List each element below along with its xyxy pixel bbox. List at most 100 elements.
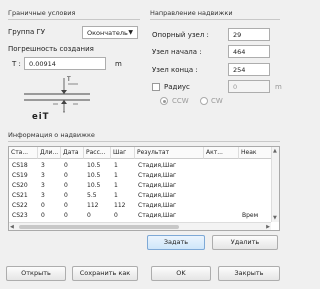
- table-cell: 10.5: [87, 182, 101, 189]
- scroll-up-icon[interactable]: ▲: [273, 148, 277, 154]
- diagram-t-label: T: [67, 76, 71, 83]
- table-cell: [204, 171, 239, 180]
- set-button[interactable]: Задать: [147, 235, 205, 250]
- table-cell: 0: [114, 212, 118, 219]
- table-cell: CS22: [12, 202, 28, 209]
- t-label: T :: [12, 60, 21, 68]
- ccw-label: CCW: [172, 97, 189, 105]
- ref-node-label: Опорный узел :: [152, 31, 209, 39]
- table-cell: [239, 181, 273, 190]
- delete-button[interactable]: Удалить: [212, 235, 278, 250]
- table-cell: Стадия,Шаг: [138, 182, 177, 189]
- table-row[interactable]: CS21 3 0 5.5 1 Стадия,Шаг: [9, 191, 273, 200]
- table-cell: 0: [41, 202, 45, 209]
- horizontal-scroll-thumb[interactable]: [19, 225, 179, 229]
- scroll-right-icon[interactable]: ▶: [266, 224, 270, 230]
- info-divider: [8, 141, 280, 142]
- thickness-diagram: T eiT: [8, 74, 140, 128]
- table-cell: 1: [114, 192, 118, 199]
- end-node-input[interactable]: 254: [228, 63, 270, 76]
- start-node-input[interactable]: 464: [228, 45, 270, 58]
- save-as-button[interactable]: Сохранить как: [72, 266, 138, 281]
- column-header[interactable]: Шаг: [111, 147, 135, 159]
- column-header[interactable]: Расс...: [84, 147, 111, 159]
- table-cell: [204, 161, 239, 170]
- radius-checkbox[interactable]: [152, 83, 160, 91]
- table-cell: [204, 201, 239, 210]
- table-cell: 0: [64, 192, 68, 199]
- scroll-left-icon[interactable]: ◀: [10, 224, 14, 230]
- table-cell: 0: [41, 212, 45, 219]
- table-cell: [204, 211, 239, 220]
- direction-title: Направление надвижки: [150, 9, 233, 17]
- table-cell: 3: [41, 182, 45, 189]
- ccw-radio[interactable]: [160, 97, 168, 105]
- table-row[interactable]: CS22 0 0 112 112 Стадия,Шаг: [9, 201, 273, 210]
- scroll-down-icon[interactable]: ▼: [273, 215, 277, 221]
- info-title: Информация о надвижке: [8, 131, 95, 139]
- table-cell: 112: [87, 202, 99, 209]
- table-cell: 0: [64, 182, 68, 189]
- table-cell: [239, 161, 273, 170]
- table-cell: Стадия,Шаг: [138, 192, 177, 199]
- group-label: Группа ГУ: [8, 28, 46, 36]
- table-cell: Стадия,Шаг: [138, 172, 177, 179]
- close-button[interactable]: Закрыть: [218, 266, 280, 281]
- table-row[interactable]: CS23 0 0 0 0 Стадия,Шаг Врем: [9, 211, 273, 220]
- radius-label: Радиус: [164, 83, 190, 91]
- table-horizontal-scrollbar[interactable]: ◀ ▶: [9, 222, 271, 230]
- table-cell: 10.5: [87, 162, 101, 169]
- start-node-label: Узел начала :: [152, 48, 202, 56]
- cw-label: CW: [211, 97, 223, 105]
- column-header[interactable]: Дли...: [38, 147, 61, 159]
- table-cell: [239, 191, 273, 200]
- table-cell: Стадия,Шаг: [138, 162, 177, 169]
- table-cell: [204, 181, 239, 190]
- group-dropdown[interactable]: Окончатель ▼: [82, 26, 138, 39]
- cw-radio[interactable]: [200, 97, 208, 105]
- table-cell: 1: [114, 182, 118, 189]
- table-row[interactable]: CS19 3 0 10.5 1 Стадия,Шаг: [9, 171, 273, 180]
- table-vertical-scrollbar[interactable]: ▲ ▼: [271, 147, 279, 222]
- ok-button[interactable]: OK: [151, 266, 211, 281]
- boundary-conditions-title: Граничные условия: [8, 9, 76, 17]
- column-header[interactable]: Ста...: [9, 147, 38, 159]
- table-cell: [239, 201, 273, 210]
- table-cell: CS18: [12, 162, 28, 169]
- table-cell: CS19: [12, 172, 28, 179]
- table-cell: 112: [114, 202, 126, 209]
- table-cell: 0: [64, 202, 68, 209]
- radius-unit: m: [275, 83, 282, 91]
- table-cell: 0: [87, 212, 91, 219]
- table-cell: 10.5: [87, 172, 101, 179]
- table-cell: 1: [114, 172, 118, 179]
- ref-node-input[interactable]: 29: [228, 28, 270, 41]
- table-cell: 1: [114, 162, 118, 169]
- table-cell: Стадия,Шаг: [138, 212, 177, 219]
- table-cell: [204, 191, 239, 200]
- column-header[interactable]: Дата: [61, 147, 84, 159]
- column-header[interactable]: Акт...: [204, 147, 239, 159]
- table-cell: [239, 171, 273, 180]
- end-node-label: Узел конца :: [152, 66, 198, 74]
- table-cell: Врем: [242, 212, 259, 219]
- accuracy-label: Погрешность создания: [8, 45, 94, 53]
- table-cell: CS21: [12, 192, 28, 199]
- column-header[interactable]: Неак: [239, 147, 273, 159]
- t-input[interactable]: 0.00914: [24, 57, 106, 70]
- table-cell: 3: [41, 192, 45, 199]
- table-cell: CS23: [12, 212, 28, 219]
- group-dropdown-value: Окончатель: [87, 29, 128, 37]
- direction-divider: [150, 19, 280, 20]
- table-cell: CS20: [12, 182, 28, 189]
- stages-table[interactable]: Ста... Дли... Дата Расс... Шаг Результат Акт..…: [8, 146, 280, 231]
- table-row[interactable]: CS18 3 0 10.5 1 Стадия,Шаг: [9, 161, 273, 170]
- radius-input[interactable]: 0: [228, 80, 270, 93]
- open-button[interactable]: Открыть: [6, 266, 66, 281]
- table-row[interactable]: CS20 3 0 10.5 1 Стадия,Шаг: [9, 181, 273, 190]
- table-cell: 0: [64, 212, 68, 219]
- table-cell: Стадия,Шаг: [138, 202, 177, 209]
- chevron-down-icon: ▼: [128, 29, 133, 36]
- column-header[interactable]: Результат: [135, 147, 204, 159]
- boundary-divider: [8, 19, 140, 20]
